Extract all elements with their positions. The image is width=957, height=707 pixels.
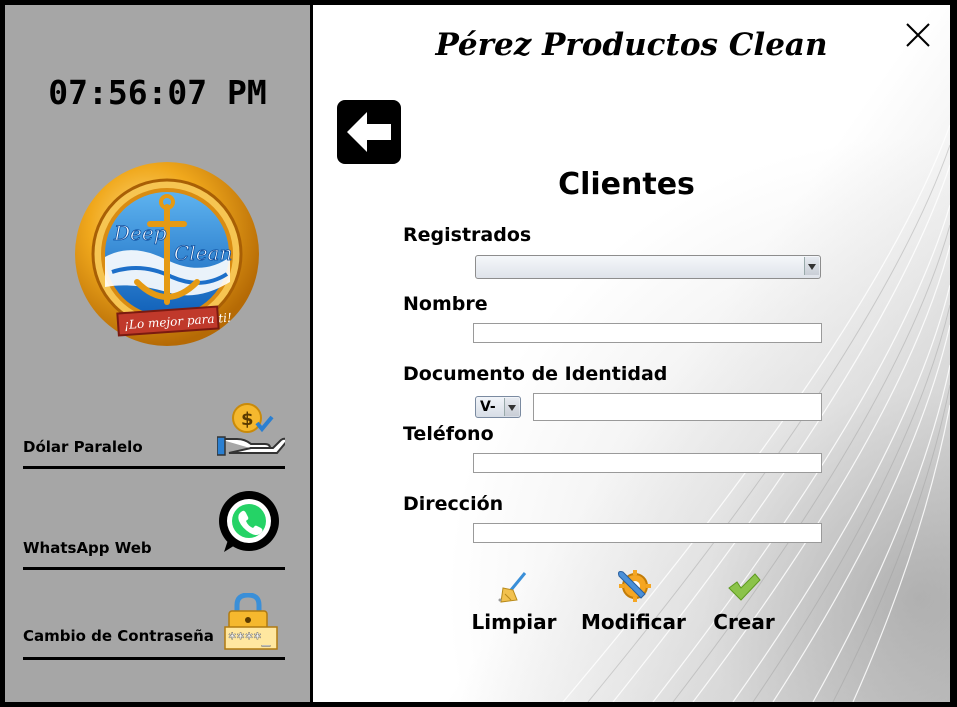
telefono-label: Teléfono (403, 423, 494, 445)
whatsapp-icon (219, 491, 279, 552)
logo-text-deep: Deep (113, 221, 167, 245)
nombre-input[interactable] (473, 323, 822, 343)
sidebar-item-label: Dólar Paralelo (23, 438, 143, 456)
divider (23, 567, 285, 570)
check-icon (728, 573, 761, 601)
modificar-label: Modificar (581, 610, 686, 634)
broom-icon (498, 572, 527, 603)
wrench-gear-icon (618, 570, 651, 602)
modificar-button[interactable]: Modificar (581, 570, 686, 634)
direccion-label: Dirección (403, 493, 504, 515)
limpiar-label: Limpiar (471, 610, 557, 634)
password-mask: ****_ (228, 631, 271, 647)
deep-clean-logo: Deep Clean ¡Lo mejor para ti! (75, 162, 259, 346)
documento-prefix-value: V- (480, 399, 496, 415)
telefono-input[interactable] (473, 453, 822, 473)
chevron-down-icon[interactable] (804, 257, 819, 275)
sidebar-item-label: Cambio de Contraseña (23, 627, 214, 645)
app-title: Pérez Productos Clean (435, 27, 828, 63)
arrow-left-icon (347, 112, 391, 152)
registrados-select[interactable] (475, 255, 821, 279)
divider (23, 657, 285, 660)
documento-prefix-select[interactable]: V- (475, 396, 521, 418)
sidebar-item-whatsapp-web[interactable]: WhatsApp Web (23, 490, 285, 570)
documento-label: Documento de Identidad (403, 363, 668, 385)
clock: 07:56:07 PM (48, 73, 267, 112)
password-lock-icon: ****_ (224, 593, 278, 650)
page-heading: Clientes (558, 167, 695, 202)
sidebar-item-dolar-paralelo[interactable]: Dólar Paralelo $ (23, 398, 285, 469)
back-button[interactable] (337, 100, 401, 164)
direccion-input[interactable] (473, 523, 822, 543)
divider (23, 466, 285, 469)
app-window: 07:56:07 PM Deep Clean ¡Lo mejor para ti… (0, 0, 957, 707)
logo-text-clean: Clean (174, 241, 232, 265)
nombre-label: Nombre (403, 293, 488, 315)
crear-button[interactable]: Crear (709, 570, 779, 634)
crear-label: Crear (713, 610, 775, 634)
registrados-label: Registrados (403, 224, 532, 246)
sidebar-item-label: WhatsApp Web (23, 539, 152, 557)
svg-text:$: $ (241, 409, 254, 430)
sidebar: 07:56:07 PM Deep Clean ¡Lo mejor para ti… (5, 5, 310, 702)
limpiar-button[interactable]: Limpiar (471, 570, 557, 634)
main-panel: Pérez Productos Clean Clientes Registrad… (313, 5, 950, 702)
chevron-down-icon[interactable] (504, 398, 519, 416)
documento-input[interactable] (533, 393, 822, 421)
sidebar-item-cambio-contrasena[interactable]: Cambio de Contraseña ****_ (23, 593, 285, 663)
dollar-hand-icon: $ (217, 403, 285, 456)
close-icon[interactable] (903, 20, 933, 50)
